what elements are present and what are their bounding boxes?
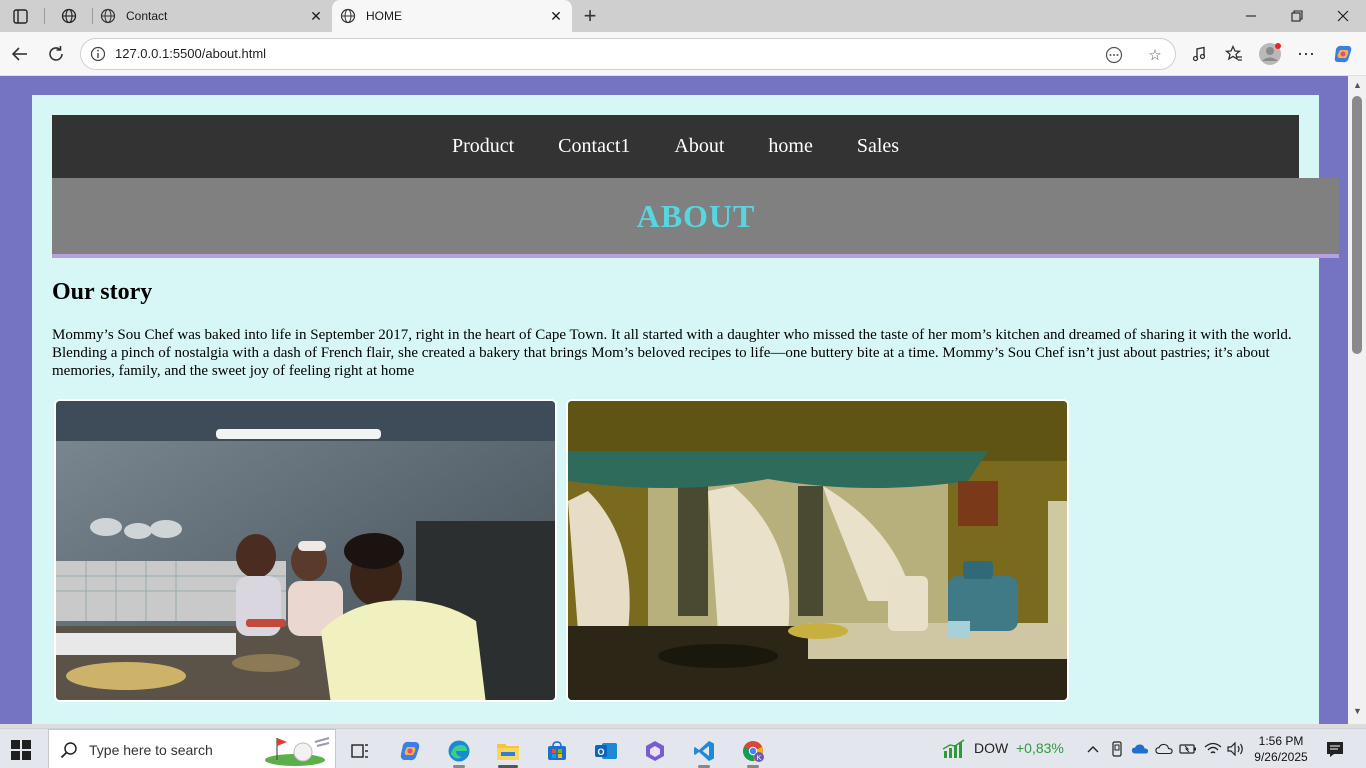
windows-taskbar: Type here to search O K DOW +0,83% 1:56 …: [0, 728, 1366, 768]
maximize-icon[interactable]: [1274, 0, 1320, 32]
globe-icon: [340, 8, 356, 24]
story-heading: Our story: [52, 279, 153, 305]
favorite-star-icon[interactable]: ☆: [1144, 44, 1166, 66]
notifications-icon[interactable]: [1324, 740, 1346, 758]
nav-link-home[interactable]: home: [768, 135, 812, 158]
copilot-365-icon[interactable]: [635, 733, 675, 768]
site-info-icon[interactable]: [89, 45, 107, 63]
file-explorer-icon[interactable]: [488, 733, 528, 768]
refresh-icon[interactable]: [41, 40, 71, 68]
nav-link-contact1[interactable]: Contact1: [558, 135, 630, 158]
volume-icon[interactable]: [1227, 740, 1245, 758]
plus-icon[interactable]: +: [576, 3, 604, 29]
kitchen-window-photo: [566, 399, 1069, 702]
story-text: Mommy’s Sou Chef was baked into life in …: [52, 327, 1292, 379]
task-view-icon[interactable]: [340, 733, 380, 768]
site-nav: Product Contact1 About home Sales: [52, 115, 1299, 178]
close-window-icon[interactable]: [1320, 0, 1366, 32]
copilot-icon[interactable]: [1328, 40, 1358, 68]
search-placeholder: Type here to search: [89, 742, 213, 758]
windows-start-icon[interactable]: [10, 739, 32, 761]
kitchen-family-photo: [54, 399, 557, 702]
browser-tab-strip: Contact ✕ HOME ✕ +: [0, 0, 1366, 32]
nav-link-sales[interactable]: Sales: [857, 135, 899, 158]
browser-toolbar: 127.0.0.1:5500/about.html ☆ ⋯: [0, 32, 1366, 76]
battery-plug-icon[interactable]: [1179, 740, 1197, 758]
device-icon[interactable]: [1108, 740, 1126, 758]
page-container: Product Contact1 About home Sales ABOUT …: [32, 95, 1339, 724]
taskbar-search-box[interactable]: Type here to search: [48, 729, 336, 768]
media-icon[interactable]: [1184, 40, 1214, 68]
store-icon[interactable]: [537, 733, 577, 768]
close-icon[interactable]: ✕: [304, 4, 328, 28]
nav-link-product[interactable]: Product: [452, 135, 514, 158]
nav-link-about[interactable]: About: [674, 135, 724, 158]
scroll-down-icon[interactable]: ▼: [1353, 706, 1362, 716]
tab-strip-divider: [44, 8, 45, 24]
tab-actions-icon[interactable]: [5, 4, 35, 28]
copilot-app-icon[interactable]: [390, 733, 430, 768]
svg-text:O: O: [597, 747, 604, 757]
stock-name[interactable]: DOW: [974, 740, 1008, 756]
clock-time: 1:56 PM: [1258, 734, 1304, 748]
back-arrow-icon[interactable]: [5, 40, 35, 68]
chrome-icon[interactable]: K: [733, 733, 773, 768]
page-scrollbar[interactable]: ▲ ▼: [1348, 76, 1366, 724]
web-viewport: Product Contact1 About home Sales ABOUT …: [0, 76, 1348, 724]
tab-title: HOME: [366, 9, 402, 23]
workspaces-icon[interactable]: [54, 4, 84, 28]
clock-date: 9/26/2025: [1254, 750, 1308, 764]
profile-avatar-icon[interactable]: [1255, 40, 1285, 68]
chevron-up-icon[interactable]: [1084, 740, 1102, 758]
vscode-icon[interactable]: [684, 733, 724, 768]
scrollbar-thumb[interactable]: [1352, 96, 1362, 354]
outlook-icon[interactable]: O: [586, 733, 626, 768]
search-icon: [59, 740, 79, 760]
stock-chart-icon[interactable]: [942, 739, 966, 758]
tab-contact[interactable]: Contact ✕: [92, 0, 332, 32]
svg-text:K: K: [757, 755, 762, 762]
onedrive-sync-icon[interactable]: [1131, 740, 1149, 758]
url-text[interactable]: 127.0.0.1:5500/about.html: [115, 46, 266, 61]
favorites-icon[interactable]: [1219, 40, 1249, 68]
wifi-icon[interactable]: [1204, 740, 1222, 758]
minimize-icon[interactable]: [1228, 0, 1274, 32]
page-title: ABOUT: [636, 197, 756, 234]
read-aloud-icon[interactable]: [1103, 44, 1125, 66]
more-icon[interactable]: ⋯: [1291, 40, 1321, 68]
page-banner: ABOUT: [52, 178, 1339, 258]
stock-change[interactable]: +0,83%: [1016, 740, 1064, 756]
tab-title: Contact: [126, 9, 168, 23]
edge-icon[interactable]: [439, 733, 479, 768]
close-icon[interactable]: ✕: [544, 4, 568, 28]
system-clock[interactable]: 1:56 PM 9/26/2025: [1248, 733, 1314, 765]
golf-search-highlight-icon: [265, 734, 331, 766]
onedrive-icon[interactable]: [1155, 740, 1173, 758]
address-bar[interactable]: 127.0.0.1:5500/about.html ☆: [80, 38, 1176, 70]
globe-icon: [100, 8, 116, 24]
scroll-up-icon[interactable]: ▲: [1353, 80, 1362, 90]
tab-home[interactable]: HOME ✕: [332, 0, 572, 32]
